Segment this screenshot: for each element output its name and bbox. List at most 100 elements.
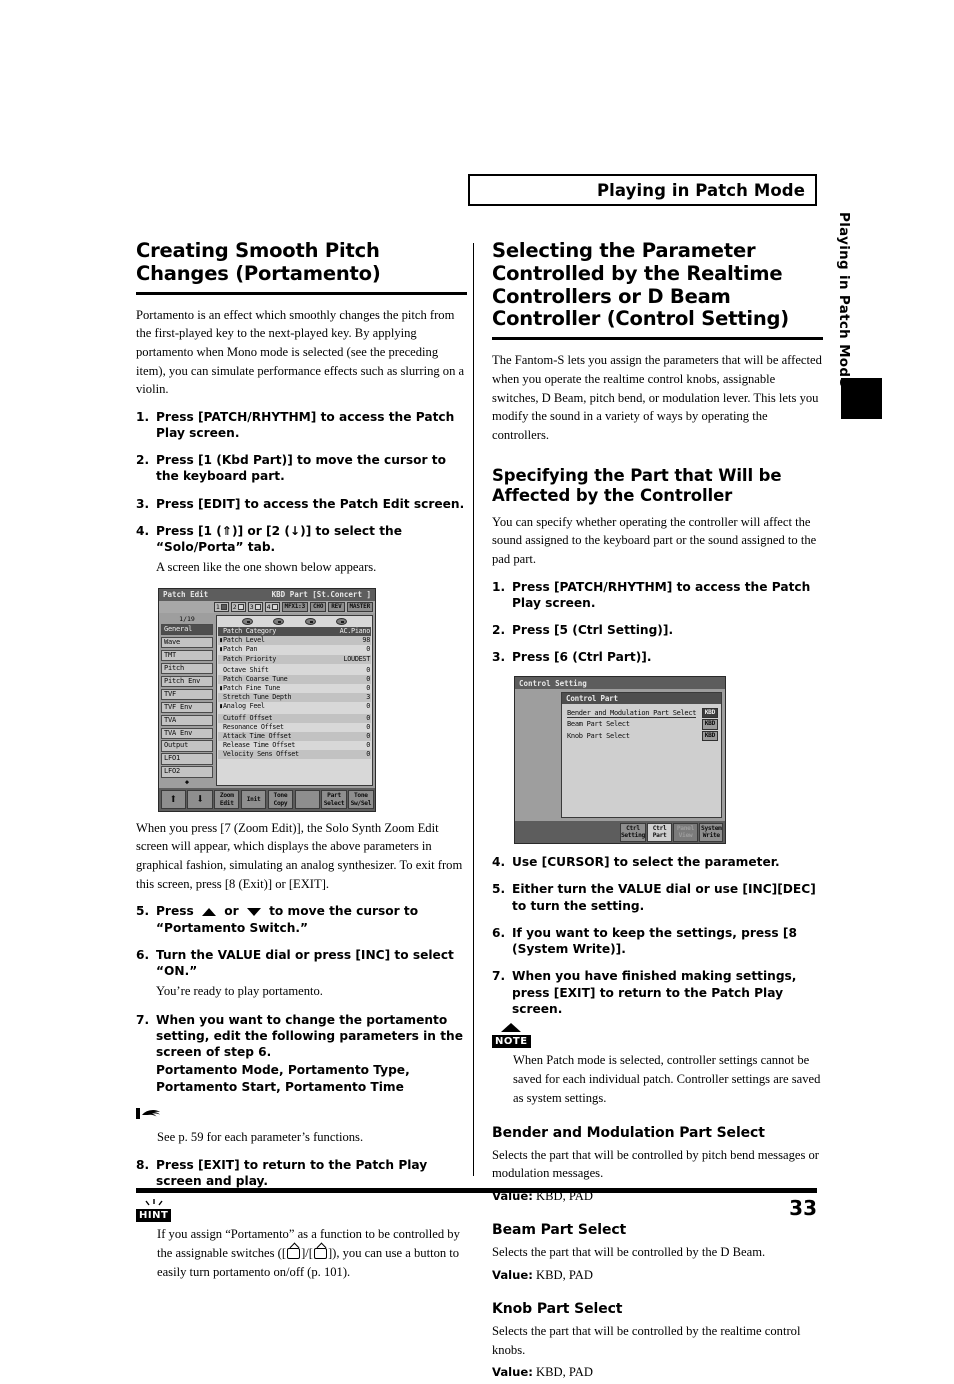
step-item: 8. Press [EXIT] to return to the Patch P… [136,1157,467,1189]
lcd-tab-lfo1[interactable]: LFO1 [161,753,213,765]
lcd-param-row[interactable]: ▮ Patch Fine Tune 0 [218,684,371,693]
left-heading-rule [136,291,467,295]
lcd-fn-tone-copy[interactable]: Tone Copy [267,789,294,810]
lcd-tab-tva-env[interactable]: TVA Env [161,727,213,739]
lcd-fx-button-master[interactable]: MASTER [346,602,373,612]
lcd-param-row[interactable]: Patch Coarse Tune 0 [218,674,371,685]
lcd-setting-value[interactable]: KBD [701,708,718,719]
right-section-heading: Selecting the Parameter Controlled by th… [492,239,789,331]
lcd-tab-output[interactable]: Output [161,740,213,752]
step-number: 4. [492,855,506,870]
lcd-part-number: 2 [232,602,237,611]
lcd-param-row[interactable]: Attack Time Offset 0 [218,731,371,742]
lcd-fn-panel-view[interactable]: Panel View [673,822,698,842]
lcd-tab-pitch[interactable]: Pitch [161,662,213,675]
step-item: 3. Press [6 (Ctrl Part)]. [492,649,823,665]
right-heading-rule [492,337,823,341]
lcd-fn-blank-4[interactable] [594,822,619,842]
lcd-tab-pitch-env[interactable]: Pitch Env [161,675,213,688]
lcd-part-button-3[interactable]: 3 [247,601,263,613]
lcd-param-row[interactable]: Velocity Sens Offset 0 [218,750,371,760]
lcd-tab-wave[interactable]: Wave [161,636,213,649]
lcd-fx-button-rev[interactable]: REV [328,602,345,612]
lcd-fn-init[interactable]: Init [240,789,267,810]
lcd-fn-blank[interactable] [294,789,320,810]
lcd-setting-value[interactable]: KBD [701,730,718,741]
step-item: 7. When you want to change the portament… [136,1012,467,1095]
arrow-up-icon: ⬆ [169,792,177,808]
lcd-fn-blank-2[interactable] [542,822,567,842]
lcd-sidebar [518,692,558,818]
lcd-tab-more-icon[interactable]: ◆ [161,779,213,786]
lcd-setting-row[interactable]: Bender and Modulation Part Select KBD [562,707,721,719]
knob-icon[interactable] [304,618,316,626]
lcd-fn-down-arrow[interactable]: ⬇ [187,789,213,810]
lcd-tab-lfo2[interactable]: LFO2 [161,766,213,778]
lcd-param-row[interactable]: Patch Category AC.Piano [218,627,371,637]
lcd-param-value: 0 [366,713,370,722]
lcd-tab-general[interactable]: General [161,624,213,636]
footer-rule [136,1188,817,1193]
lcd-fx-button-cho[interactable]: CHO [310,602,327,612]
lcd-setting-row[interactable]: Beam Part Select KBD [562,718,721,730]
knob-icon[interactable] [335,618,347,626]
step-number: 7. [492,969,506,984]
pointing-hand-icon [136,1107,166,1121]
lcd-fn-system-write[interactable]: System Write [699,822,724,842]
knob-icon[interactable] [242,618,254,626]
lcd-param-value: 0 [366,722,370,731]
lcd-title-text: Patch Edit [163,590,209,600]
step-text: Press [PATCH/RHYTHM] to access the Patch… [156,409,455,440]
lcd-part-button-4[interactable]: 4 [264,601,280,613]
step-item: 5. Press or to move the cursor to “Porta… [136,903,467,935]
note-badge: NOTE [492,1035,531,1048]
lcd-param-value: 0 [366,741,370,750]
lcd-param-row[interactable]: Release Time Offset 0 [218,741,371,750]
left-section-heading: Creating Smooth Pitch Changes (Portament… [136,239,381,285]
lcd-fn-tone-sw-sel[interactable]: Tone Sw/Sel [348,789,374,810]
lcd-param-row[interactable]: ▮ Analog Feel 0 [218,702,371,711]
lcd-param-name: Patch Category [223,627,277,636]
lcd-param-value: LOUDEST [343,654,370,663]
step-subnote: You’re ready to play portamento. [156,984,323,999]
param-desc-bender: Selects the part that will be controlled… [492,1147,820,1181]
lcd-param-row[interactable]: Resonance Offset 0 [218,723,371,732]
lcd-param-row[interactable]: ▮ Patch Level 98 [218,636,371,646]
lcd-param-name: Velocity Sens Offset [223,750,299,759]
step-text-wrap: When you want to change the portamento s… [156,1012,467,1095]
lcd-fn-ctrl-part[interactable]: Ctrl Part [647,822,672,842]
lcd-tab-tmt[interactable]: TMT [161,649,213,662]
lcd-param-row[interactable]: ▮ Patch Pan 0 [218,645,371,654]
lcd-param-value: 0 [366,645,370,654]
lcd-param-row[interactable]: Cutoff Offset 0 [218,713,371,723]
lcd-fn-up-arrow[interactable]: ⬆ [160,789,186,810]
lcd-fn-blank-1[interactable] [516,822,541,842]
lcd-part-row: 1 2 3 4 MFX1:3 CHO REV MASTER [159,600,375,614]
lcd-fx-button-mfx[interactable]: MFX1:3 [281,602,309,612]
lcd-fn-zoom-edit[interactable]: Zoom Edit [214,789,240,810]
lcd-param-row[interactable]: Octave Shift 0 [218,666,371,675]
knob-icon[interactable] [273,618,285,626]
lcd-fn-part-select[interactable]: Part Select [321,789,347,810]
lcd-tab-tvf-env[interactable]: TVF Env [161,701,213,714]
step-item: 1. Press [PATCH/RHYTHM] to access the Pa… [492,579,823,611]
lcd-setting-value[interactable]: KBD [701,719,718,730]
lcd-fn-ctrl-setting[interactable]: Ctrl Setting [619,822,646,842]
lcd-param-row[interactable]: Stretch Tune Depth 3 [218,693,371,703]
step-item: 2. Press [5 (Ctrl Setting)]. [492,622,823,638]
lcd-param-name: Analog Feel [223,702,265,711]
lcd-setting-row[interactable]: Knob Part Select KBD [562,730,721,741]
lcd-part-button-1[interactable]: 1 [213,601,229,613]
value-text: KBD, PAD [536,1365,593,1380]
assignable-switch-icon [287,1248,301,1260]
step-text: Press [5 (Ctrl Setting)]. [512,622,674,637]
lcd-tab-tvf[interactable]: TVF [161,688,213,701]
lcd-fn-blank-3[interactable] [568,822,593,842]
lcd-title-text: Control Setting [519,678,587,688]
lcd-param-row[interactable]: Patch Priority LOUDEST [218,654,371,664]
right-sub-intro-paragraph: You can specify whether operating the co… [492,514,817,566]
lcd-function-button-row: ⬆ ⬇ Zoom Edit Init Tone Copy Part Select… [159,788,375,811]
lcd-part-button-2[interactable]: 2 [230,601,246,613]
lcd-tab-tva[interactable]: TVA [161,714,213,727]
param-desc-beam: Selects the part that will be controlled… [492,1245,766,1260]
